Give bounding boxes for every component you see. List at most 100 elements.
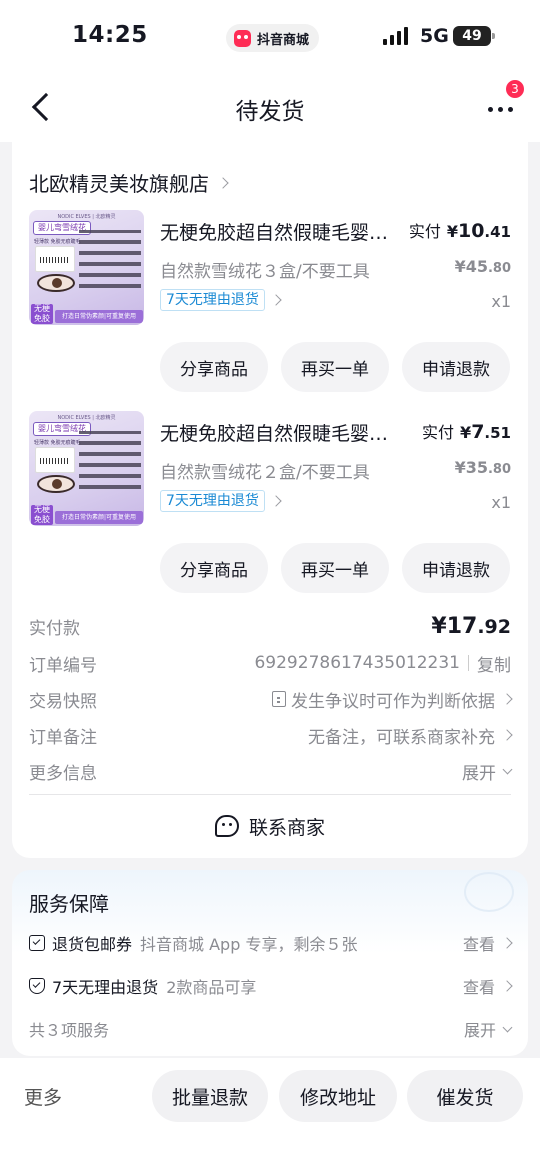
chevron-right-icon	[270, 294, 282, 306]
service-count-row[interactable]: 共３项服务 展开	[29, 1015, 513, 1043]
price-int: 7	[471, 421, 485, 443]
batch-refund-button[interactable]: 批量退款	[152, 1070, 268, 1122]
order-number: 6929278617435012231	[254, 653, 460, 673]
product-image[interactable]: NODIC ELVES | 北欧精灵 婴儿弯雪绒花 轻薄款 免胶无痕睫毛 无梗免…	[29, 411, 144, 526]
snapshot-value: 发生争议时可作为判断依据	[291, 691, 495, 712]
network-label: 5G	[420, 25, 449, 47]
service-name: 7天无理由退货	[52, 978, 159, 997]
app-indicator-label: 抖音商城	[257, 32, 310, 48]
item-variant: 自然款雪绒花２盒/不要工具	[160, 463, 370, 483]
lash-rows-illustration	[79, 431, 141, 489]
more-info-label: 更多信息	[29, 763, 97, 784]
return-policy-tag[interactable]: 7天无理由退货	[160, 490, 265, 512]
lash-rows-illustration	[79, 230, 141, 288]
service-title: 服务保障	[29, 892, 109, 916]
price-dec: .51	[484, 424, 511, 442]
price-symbol: ¥	[446, 222, 458, 241]
orig-price-int: ¥35	[454, 458, 488, 477]
view-label: 查看	[462, 978, 495, 997]
item-title[interactable]: 无梗免胶超自然假睫毛婴儿弯雪绒花	[160, 419, 405, 446]
chevron-down-icon	[502, 1022, 513, 1032]
bottom-action-bar: 更多 批量退款 修改地址 催发货	[0, 1058, 540, 1170]
contact-merchant-label: 联系商家	[248, 816, 325, 839]
battery-level: 49	[462, 28, 482, 44]
snapshot-row[interactable]: 交易快照 发生争议时可作为判断依据	[29, 684, 513, 714]
item-quantity: x1	[491, 493, 511, 512]
thumb-brand: NODIC ELVES | 北欧精灵	[57, 214, 116, 220]
share-product-button[interactable]: 分享商品	[160, 543, 268, 593]
item-original-price: ¥45.80	[455, 257, 511, 276]
order-item: NODIC ELVES | 北欧精灵 婴儿弯雪绒花 轻薄款 免胶无痕睫毛 无梗免…	[12, 411, 528, 611]
service-count: 共３项服务	[29, 1021, 110, 1040]
copy-button[interactable]: 复制	[477, 651, 511, 676]
modify-address-button[interactable]: 修改地址	[279, 1070, 397, 1122]
item-actions: 分享商品 再买一单 申请退款	[12, 342, 528, 394]
remark-value: 无备注，可联系商家补充	[308, 727, 495, 748]
item-paid-price: 实付 ¥10.41	[409, 218, 511, 242]
service-guarantee-card: 服务保障 退货包邮券 抖音商城 App 专享，剩余５张 查看 7天无理由退货 2…	[12, 870, 528, 1056]
price-symbol: ¥	[460, 423, 472, 442]
item-quantity: x1	[491, 292, 511, 311]
chevron-down-icon	[502, 764, 513, 774]
more-info-row[interactable]: 更多信息 展开	[29, 756, 513, 786]
eye-illustration	[37, 274, 75, 292]
service-desc: 抖音商城 App 专享，剩余５张	[140, 935, 358, 954]
page-title: 待发货	[235, 99, 305, 125]
notification-badge: 3	[505, 79, 525, 99]
orig-price-int: ¥45	[454, 257, 488, 276]
paid-label: 实付	[422, 423, 455, 442]
eye-illustration	[37, 475, 75, 493]
shop-name: 北欧精灵美妆旗舰店	[29, 172, 209, 196]
order-item: NODIC ELVES | 北欧精灵 婴儿弯雪绒花 轻薄款 免胶无痕睫毛 无梗免…	[12, 210, 528, 410]
total-dec: .92	[477, 615, 511, 638]
chevron-right-icon	[501, 729, 513, 741]
item-paid-price: 实付 ¥7.51	[422, 419, 511, 443]
document-icon	[272, 691, 286, 707]
return-policy-tag[interactable]: 7天无理由退货	[160, 289, 265, 311]
orig-price-dec: .80	[487, 261, 511, 276]
remark-row[interactable]: 订单备注 无备注，可联系商家补充	[29, 720, 513, 750]
battery-icon: 49	[453, 26, 495, 46]
shield-check-icon	[29, 978, 45, 994]
request-refund-button[interactable]: 申请退款	[402, 543, 510, 593]
shield-watermark-icon	[464, 872, 514, 912]
thumb-badge: 无梗免胶	[31, 505, 53, 525]
coupon-icon	[29, 935, 45, 951]
product-image[interactable]: NODIC ELVES | 北欧精灵 婴儿弯雪绒花 轻薄款 免胶无痕睫毛 无梗免…	[29, 210, 144, 325]
request-refund-button[interactable]: 申请退款	[402, 342, 510, 392]
status-time: 14:25	[72, 22, 148, 48]
remark-label: 订单备注	[29, 727, 97, 748]
item-variant: 自然款雪绒花３盒/不要工具	[160, 262, 370, 282]
shop-link[interactable]: 北欧精灵美妆旗舰店	[29, 168, 229, 197]
share-product-button[interactable]: 分享商品	[160, 342, 268, 392]
item-title[interactable]: 无梗免胶超自然假睫毛婴儿弯雪绒花	[160, 218, 405, 245]
service-desc: 2款商品可享	[166, 978, 257, 997]
more-button[interactable]: 更多	[24, 1083, 62, 1110]
order-number-label: 订单编号	[29, 655, 97, 676]
service-row-return-shipping[interactable]: 退货包邮券 抖音商城 App 专享，剩余５张 查看	[29, 929, 513, 957]
rebuy-button[interactable]: 再买一单	[281, 543, 389, 593]
total-value: ¥17.92	[431, 614, 511, 639]
chevron-right-icon	[501, 693, 513, 705]
order-number-row: 订单编号 6929278617435012231 复制	[29, 648, 511, 678]
price-int: 10	[457, 220, 485, 242]
price-dec: .41	[484, 223, 511, 241]
app-indicator[interactable]: 抖音商城	[226, 24, 320, 52]
service-row-7day-return[interactable]: 7天无理由退货 2款商品可享 查看	[29, 972, 513, 1000]
rebuy-button[interactable]: 再买一单	[281, 342, 389, 392]
contact-merchant-button[interactable]: 联系商家	[12, 806, 528, 846]
lash-illustration	[35, 447, 75, 473]
view-label: 查看	[462, 935, 495, 954]
total-int: ¥17	[431, 613, 478, 639]
urge-shipping-button[interactable]: 催发货	[407, 1070, 523, 1122]
snapshot-label: 交易快照	[29, 691, 97, 712]
order-card: 北欧精灵美妆旗舰店 NODIC ELVES | 北欧精灵 婴儿弯雪绒花 轻薄款 …	[12, 142, 528, 858]
item-actions: 分享商品 再买一单 申请退款	[12, 543, 528, 595]
item-original-price: ¥35.80	[455, 458, 511, 477]
total-paid-row: 实付款 ¥17.92	[29, 611, 511, 641]
chevron-right-icon	[501, 980, 513, 992]
nav-bar: 待发货	[0, 72, 540, 142]
chevron-right-icon	[270, 495, 282, 507]
thumb-brand: NODIC ELVES | 北欧精灵	[57, 415, 116, 421]
signal-icon	[383, 27, 408, 45]
